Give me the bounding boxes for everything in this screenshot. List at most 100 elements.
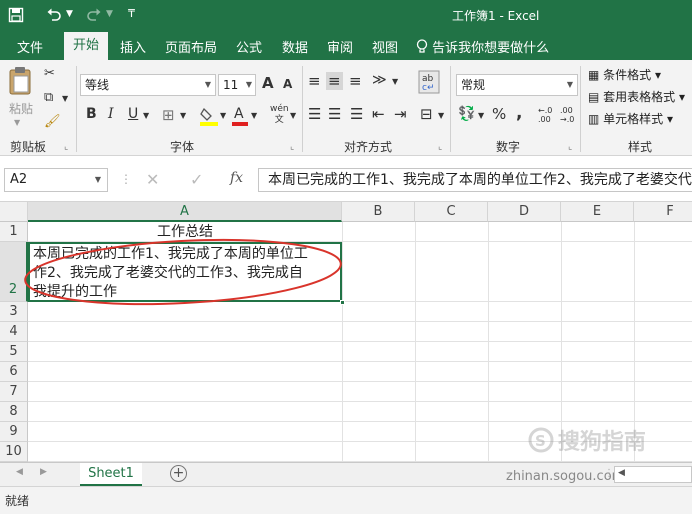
insert-function-button[interactable]: fx <box>230 170 243 186</box>
font-size-combo[interactable]: 11 ▼ <box>218 74 256 96</box>
redo-icon[interactable] <box>86 5 102 25</box>
paste-icon[interactable] <box>8 66 34 96</box>
tell-me-text: 告诉我你想要做什么 <box>432 41 550 56</box>
font-color-dropdown-icon[interactable]: ▼ <box>251 111 257 120</box>
format-as-table-label: 套用表格格式 <box>603 90 676 104</box>
font-name-value: 等线 <box>85 78 110 92</box>
clipboard-launcher-icon[interactable]: ⌞ <box>64 142 68 152</box>
tab-page-layout[interactable]: 页面布局 <box>165 37 217 56</box>
cut-icon[interactable]: ✂ <box>44 66 55 81</box>
chevron-down-icon[interactable]: ▼ <box>95 169 101 191</box>
align-bottom-icon[interactable]: ≡ <box>349 72 362 90</box>
border-dropdown-icon[interactable]: ▼ <box>180 111 186 120</box>
clipboard-group-label: 剪贴板 <box>10 140 47 154</box>
horizontal-scrollbar[interactable]: ◀ <box>614 466 692 483</box>
redo-dropdown-icon[interactable]: ▼ <box>106 9 113 29</box>
align-left-icon[interactable]: ☰ <box>308 105 321 123</box>
tab-formulas[interactable]: 公式 <box>236 37 262 56</box>
copy-icon[interactable]: ⧉ <box>44 90 53 105</box>
chevron-down-icon[interactable]: ▼ <box>246 75 252 95</box>
percent-button[interactable]: % <box>492 105 506 123</box>
status-text: 就绪 <box>5 494 30 508</box>
cancel-icon[interactable]: ✕ <box>146 170 159 189</box>
number-format-combo[interactable]: 常规 ▼ <box>456 74 578 96</box>
format-as-table-button[interactable]: ▤ 套用表格格式 ▾ <box>588 88 685 105</box>
name-box-value: A2 <box>10 172 28 187</box>
formula-input[interactable]: 本周已完成的工作1、我完成了本周的单位工作2、我完成了老婆交代的工作3、我完成自… <box>258 168 692 192</box>
customize-toolbar-icon[interactable]: ₸ <box>128 7 135 27</box>
comma-button[interactable]: , <box>516 103 522 123</box>
scroll-left-icon[interactable]: ◀ <box>618 468 625 478</box>
tell-me-box[interactable]: 告诉我你想要做什么 <box>416 37 549 56</box>
chevron-down-icon[interactable]: ▼ <box>205 75 211 95</box>
increase-indent-icon[interactable]: ⇥ <box>394 105 407 123</box>
decrease-indent-icon[interactable]: ⇤ <box>372 105 385 123</box>
number-format-value: 常规 <box>461 78 486 92</box>
underline-dropdown-icon[interactable]: ▼ <box>143 111 149 120</box>
align-middle-icon[interactable]: ≡ <box>326 72 343 90</box>
tab-data[interactable]: 数据 <box>282 37 308 56</box>
orientation-icon[interactable]: ≫ <box>372 72 387 88</box>
tab-view[interactable]: 视图 <box>372 37 398 56</box>
conditional-format-button[interactable]: ▦ 条件格式 ▾ <box>588 66 661 83</box>
table-icon: ▤ <box>588 90 600 104</box>
phonetic-button[interactable]: wén 文 <box>270 104 289 126</box>
font-name-combo[interactable]: 等线 ▼ <box>80 74 216 96</box>
alignment-launcher-icon[interactable]: ⌞ <box>438 142 442 152</box>
undo-dropdown-icon[interactable]: ▼ <box>66 9 73 29</box>
chevron-down-icon[interactable]: ▼ <box>567 75 573 95</box>
paste-label[interactable]: 粘贴 <box>9 100 33 117</box>
worksheet-grid[interactable]: A B C D E F 1 2 3 4 5 6 7 8 9 10 工作总结 本周… <box>0 202 692 462</box>
cell-styles-icon: ▥ <box>588 112 600 126</box>
scroll-sheets-right-icon[interactable]: ▶ <box>40 467 47 477</box>
svg-text:S: S <box>535 432 546 450</box>
increase-decimal-icon[interactable]: ←.0.00 <box>538 106 552 124</box>
scroll-sheets-left-icon[interactable]: ◀ <box>16 467 23 477</box>
watermark-brand: 搜狗指南 <box>557 430 646 455</box>
sheet-tab-bar: ◀ ▶ Sheet1 + zhinan.sogou.com ⋮ ◀ <box>0 462 692 486</box>
font-color-icon[interactable]: A <box>232 105 248 126</box>
enter-icon[interactable]: ✓ <box>190 170 203 189</box>
tab-insert[interactable]: 插入 <box>120 37 146 56</box>
align-center-icon[interactable]: ☰ <box>328 105 341 123</box>
undo-icon[interactable] <box>46 5 62 25</box>
add-sheet-icon[interactable]: + <box>170 465 187 482</box>
more-icon: ⋮ <box>604 468 614 479</box>
accounting-format-icon[interactable]: 💱 <box>458 106 475 122</box>
fill-color-dropdown-icon[interactable]: ▼ <box>220 111 226 120</box>
shrink-font-button[interactable]: A <box>283 77 292 91</box>
copy-dropdown-icon[interactable]: ▼ <box>62 94 68 103</box>
conditional-format-icon: ▦ <box>588 68 600 82</box>
tab-file[interactable]: 文件 <box>17 37 43 56</box>
fill-color-icon[interactable] <box>200 106 218 126</box>
bold-button[interactable]: B <box>86 106 97 122</box>
formula-bar: A2 ▼ ⋮ ✕ ✓ fx 本周已完成的工作1、我完成了本周的单位工作2、我完成… <box>0 156 692 202</box>
underline-button[interactable]: U <box>128 106 138 122</box>
orientation-dropdown-icon[interactable]: ▼ <box>392 77 398 86</box>
sheet-tab-sheet1[interactable]: Sheet1 <box>80 463 142 486</box>
name-box[interactable]: A2 ▼ <box>4 168 108 192</box>
paste-dropdown-icon[interactable]: ▼ <box>14 118 20 127</box>
window-title: 工作簿1 - Excel <box>452 9 540 23</box>
save-icon[interactable] <box>8 5 24 25</box>
align-right-icon[interactable]: ☰ <box>350 105 363 123</box>
decrease-decimal-icon[interactable]: .00 →.0 <box>560 106 574 124</box>
font-launcher-icon[interactable]: ⌞ <box>290 142 294 152</box>
sogou-logo-icon: S <box>528 427 554 453</box>
ribbon-tab-bar: 文件 开始 插入 页面布局 公式 数据 审阅 视图 告诉我你想要做什么 <box>0 30 692 60</box>
grow-font-button[interactable]: A <box>262 74 274 92</box>
accounting-dropdown-icon[interactable]: ▼ <box>478 111 484 120</box>
phonetic-dropdown-icon[interactable]: ▼ <box>290 111 296 120</box>
wrap-text-icon[interactable]: ab c↵ <box>418 70 440 94</box>
cell-styles-label: 单元格样式 <box>603 112 664 126</box>
merge-dropdown-icon[interactable]: ▼ <box>438 111 444 120</box>
border-icon[interactable]: ⊞ <box>162 106 175 124</box>
format-painter-icon[interactable]: 🖌 <box>44 114 61 129</box>
tab-home[interactable]: 开始 <box>64 32 108 60</box>
number-launcher-icon[interactable]: ⌞ <box>568 142 572 152</box>
italic-button[interactable]: I <box>108 106 114 122</box>
merge-center-icon[interactable]: ⊟ <box>420 105 433 123</box>
cell-styles-button[interactable]: ▥ 单元格样式 ▾ <box>588 110 673 127</box>
align-top-icon[interactable]: ≡ <box>308 72 321 90</box>
tab-review[interactable]: 审阅 <box>327 37 353 56</box>
